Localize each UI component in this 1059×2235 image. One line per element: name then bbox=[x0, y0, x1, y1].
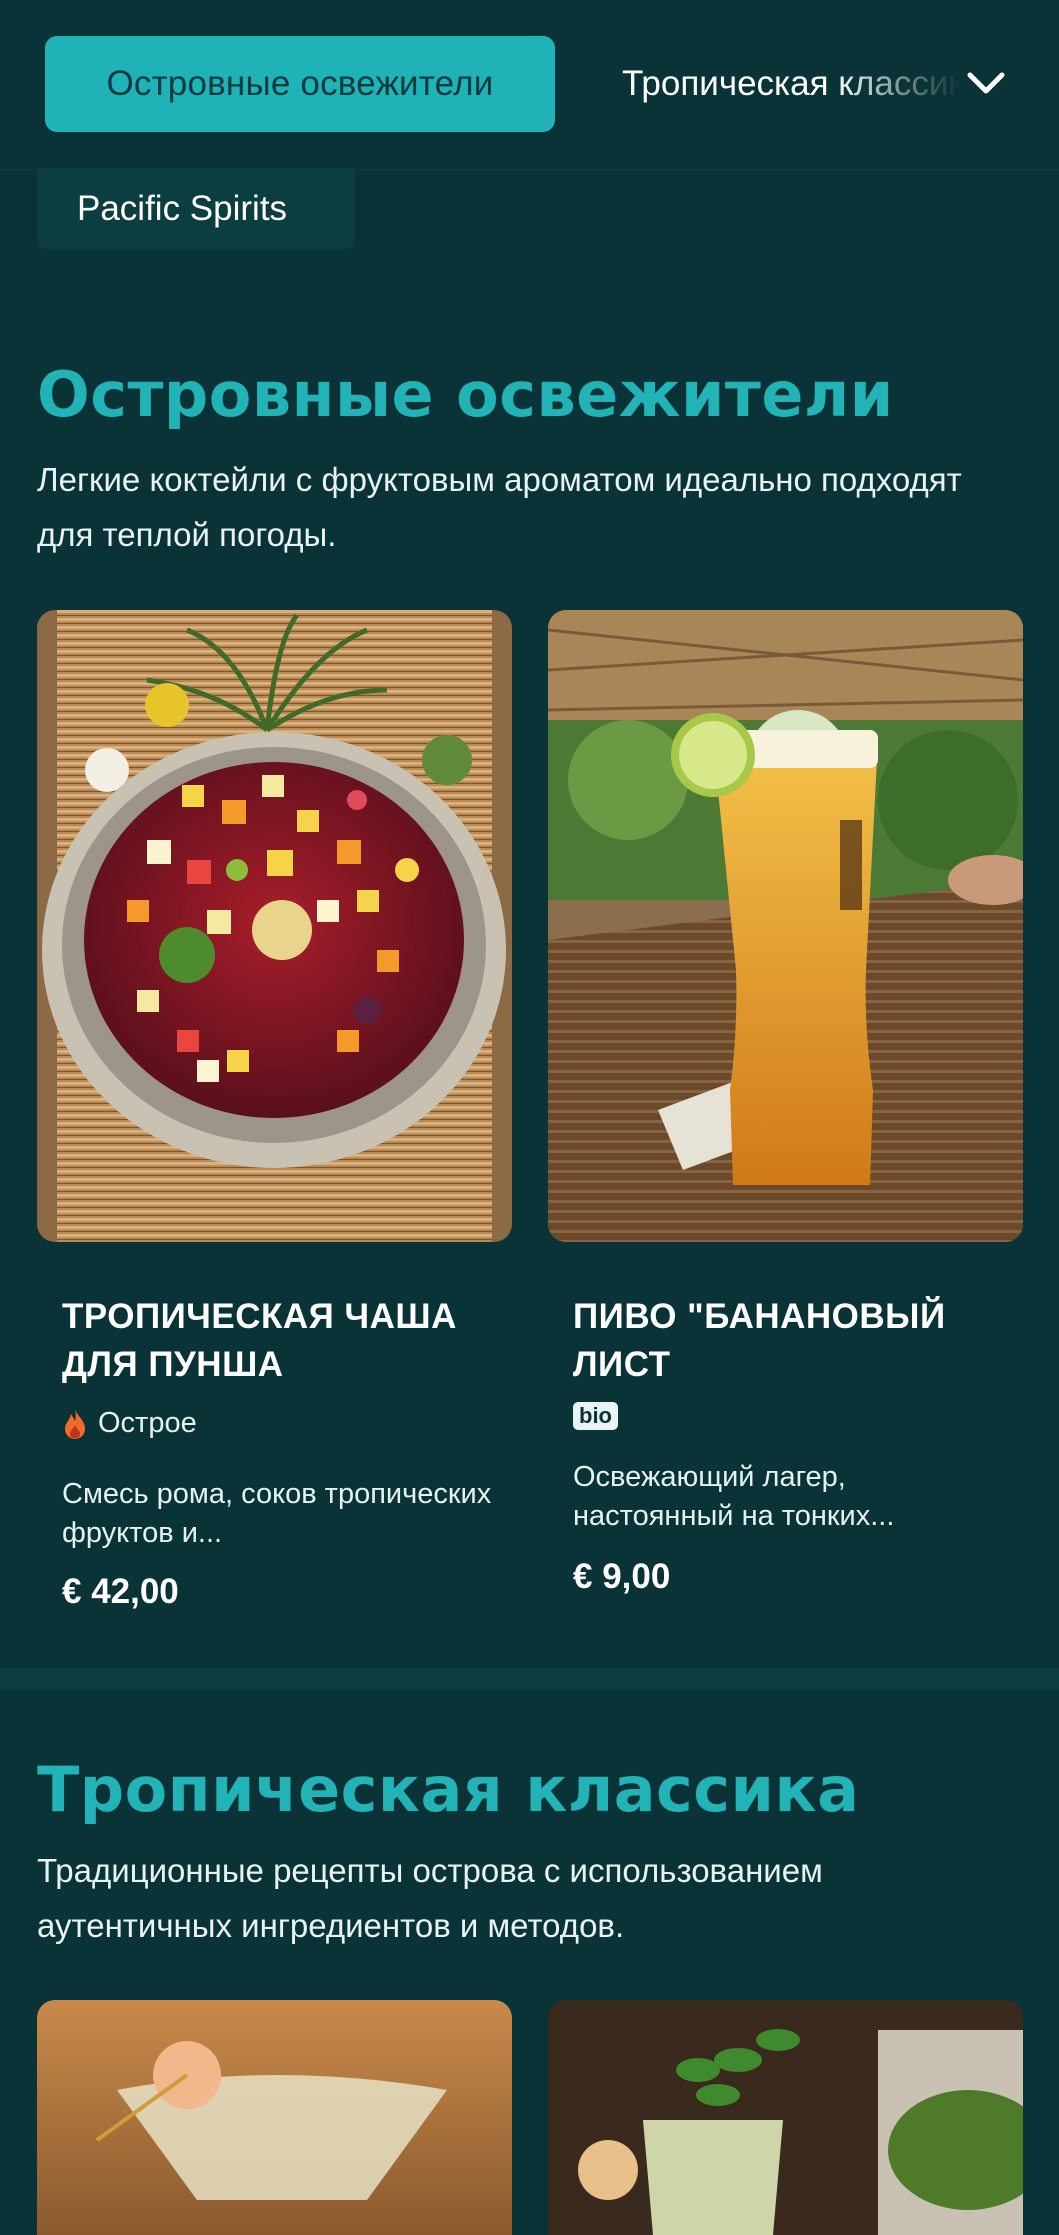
menu-item-card[interactable]: ТРОПИЧЕСКАЯ ЧАША ДЛЯ ПУНША Острое Смесь … bbox=[37, 610, 512, 1611]
item-tags: Острое bbox=[62, 1407, 197, 1440]
category-nav: Островные освежители Тропическая классик… bbox=[0, 0, 1059, 170]
section-description: Легкие коктейли с фруктовым ароматом иде… bbox=[37, 461, 962, 553]
section-title: Островные освежители bbox=[37, 358, 894, 431]
bio-badge: bio bbox=[573, 1402, 618, 1430]
item-price: € 9,00 bbox=[573, 1557, 671, 1596]
section-title: Тропическая классика bbox=[37, 1753, 860, 1826]
fire-icon bbox=[65, 1408, 85, 1439]
item-description: Смесь рома, соков тропических фруктов и.… bbox=[62, 1478, 492, 1549]
lychee-cocktail-image[interactable] bbox=[37, 2000, 512, 2235]
item-price: € 42,00 bbox=[62, 1572, 179, 1611]
spicy-tag: Острое bbox=[98, 1407, 197, 1439]
punch-bowl-image bbox=[37, 610, 512, 1242]
item-name: ПИВО "БАНАНОВЫЙ ЛИСТ bbox=[573, 1297, 946, 1384]
item-description: Освежающий лагер, настоянный на тонких..… bbox=[573, 1461, 895, 1532]
item-tags: bio bbox=[573, 1402, 618, 1430]
section-divider bbox=[0, 1668, 1059, 1690]
tab-pacific-spirits[interactable]: Pacific Spirits bbox=[37, 168, 355, 250]
menu-item-card[interactable]: ПИВО "БАНАНОВЫЙ ЛИСТ bio Освежающий лаге… bbox=[548, 610, 1023, 1610]
tab-tropical-classics[interactable]: Тропическая классика bbox=[600, 36, 960, 132]
chevron-down-icon[interactable] bbox=[960, 58, 1012, 110]
beer-image bbox=[548, 610, 1023, 1242]
item-name: ТРОПИЧЕСКАЯ ЧАША ДЛЯ ПУНША bbox=[62, 1297, 457, 1384]
section-description: Традиционные рецепты острова с использов… bbox=[37, 1852, 823, 1944]
mint-cocktail-image[interactable] bbox=[548, 2000, 1023, 2235]
tab-island-refreshers[interactable]: Островные освежители bbox=[45, 36, 555, 132]
